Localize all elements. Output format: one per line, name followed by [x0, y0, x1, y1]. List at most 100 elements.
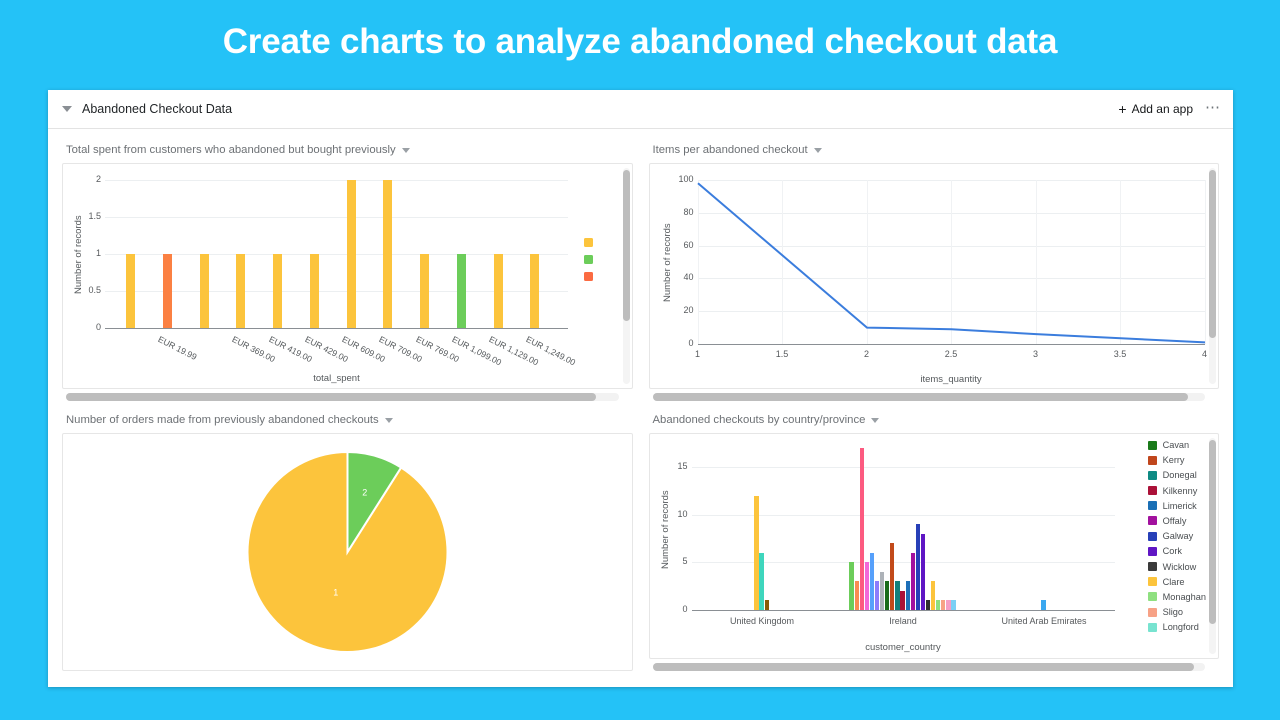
add-an-app-button[interactable]: + Add an app — [1118, 102, 1193, 116]
chart1-legend-swatch — [584, 238, 593, 247]
chart1-vertical-scrollbar[interactable] — [622, 168, 630, 384]
chart4-bar — [931, 581, 936, 610]
chart4-legend-swatch — [1147, 440, 1157, 450]
chart4-legend-swatch — [1147, 577, 1157, 587]
chart4-legend-label: Longford — [1162, 622, 1199, 633]
dashboard-window: Abandoned Checkout Data + Add an app ⋯ T… — [48, 90, 1233, 687]
caret-down-icon[interactable] — [813, 147, 822, 153]
chart4-bar — [910, 552, 915, 610]
chart4-legend-swatch — [1147, 592, 1157, 602]
chart4-legend-swatch — [1147, 607, 1157, 617]
chart4-bar — [880, 571, 885, 610]
chart1-legend-swatch — [584, 255, 593, 264]
chart4-legend-item: Kerry — [1147, 455, 1206, 466]
chart4-legend-label: Kilkenny — [1162, 485, 1198, 496]
chart1-y-tick: 0.5 — [88, 285, 101, 295]
chart4-legend-item: Cavan — [1147, 440, 1206, 450]
chart4-legend-label: Galway — [1162, 531, 1194, 542]
window-title: Abandoned Checkout Data — [82, 102, 233, 116]
chart2-line-path — [696, 182, 1205, 344]
chart4-legend: Cavan Kerry Donegal Kilkenny Limerick Offaly G… — [1147, 440, 1206, 633]
chart4-bar — [925, 600, 931, 610]
chart4-bar — [936, 600, 941, 610]
bar-chart-checkouts-by-country: 0 5 10 15 United Kingdom Ireland United Arab E… — [650, 434, 1219, 658]
chart1-bar — [420, 254, 430, 328]
chart4-legend-item: Sligo — [1147, 607, 1206, 617]
chart-card-orders-pie: 12 — [62, 433, 633, 671]
chart1-bar — [309, 254, 319, 328]
ellipsis-icon[interactable]: ⋯ — [1205, 100, 1221, 119]
panel-title-total-spent[interactable]: Total spent from customers who abandoned… — [66, 144, 631, 156]
chart4-legend-swatch — [1147, 486, 1157, 496]
caret-down-icon[interactable] — [62, 106, 72, 112]
panel-title-items-per-checkout[interactable]: Items per abandoned checkout — [653, 144, 1218, 156]
chart1-bar — [493, 254, 503, 328]
chart1-y-tick: 1.5 — [88, 211, 101, 221]
chart4-vertical-scrollbar[interactable] — [1209, 438, 1216, 654]
panel-title-orders-from-abandoned[interactable]: Number of orders made from previously ab… — [66, 414, 631, 426]
line-chart-items-per-checkout: 0 20 40 60 80 100 1 1.5 2 2.5 3 3.5 4 Number of recor… — [650, 164, 1219, 388]
chart4-bar — [900, 590, 905, 610]
chart1-y-tick: 1 — [95, 248, 101, 258]
chart4-legend-label: Cork — [1162, 546, 1182, 557]
chart2-x-axis-label: items_quantity — [920, 374, 982, 385]
chart4-legend-label: Monaghan — [1162, 591, 1206, 602]
chart2-horizontal-scrollbar[interactable] — [652, 393, 1205, 401]
chart4-gridline — [691, 467, 1115, 469]
chart4-legend-label: Clare — [1162, 576, 1185, 587]
chart4-legend-label: Kerry — [1162, 455, 1185, 466]
pie-slice-label: 2 — [362, 487, 367, 497]
chart4-legend-item: Monaghan — [1147, 591, 1206, 602]
window-header-actions: + Add an app ⋯ — [1118, 100, 1221, 119]
chart4-y-axis-label: Number of records — [659, 490, 671, 569]
chart1-bar — [383, 180, 393, 328]
chart4-horizontal-scrollbar[interactable] — [652, 663, 1205, 671]
dashboard-grid: Total spent from customers who abandoned… — [48, 129, 1233, 687]
chart4-y-tick: 15 — [677, 461, 688, 472]
caret-down-icon[interactable] — [401, 147, 410, 153]
chart4-x-tick: United Kingdom — [729, 616, 795, 626]
panel-items-per-checkout: Items per abandoned checkout 0 20 40 60 80 10… — [641, 135, 1228, 405]
chart4-y-tick: 0 — [682, 604, 688, 614]
chart4-bar — [1041, 600, 1046, 610]
panel-title-checkouts-by-country[interactable]: Abandoned checkouts by country/province — [653, 414, 1218, 426]
chart4-x-tick: United Arab Emirates — [1001, 616, 1087, 626]
caret-down-icon[interactable] — [384, 417, 393, 423]
banner-title: Create charts to analyze abandoned check… — [222, 22, 1058, 61]
chart1-y-tick: 2 — [95, 174, 101, 184]
chart4-bar — [754, 495, 759, 610]
chart4-legend-item: Galway — [1147, 531, 1206, 542]
chart4-y-tick: 5 — [682, 556, 688, 567]
chart4-legend-swatch — [1147, 562, 1157, 571]
chart4-legend-swatch — [1147, 546, 1157, 556]
page-banner: Create charts to analyze abandoned check… — [0, 0, 1280, 84]
chart4-bar — [951, 600, 956, 610]
chart4-legend-item: Wicklow — [1147, 562, 1206, 572]
chart1-x-tick: EUR 19.99 — [156, 334, 199, 362]
chart1-bar — [199, 254, 209, 328]
chart-card-checkouts-by-country: 0 5 10 15 United Kingdom Ireland United Arab E… — [648, 433, 1219, 659]
chart4-x-axis-label: customer_country — [865, 642, 941, 653]
chart4-legend-item: Offaly — [1147, 515, 1206, 526]
panel-checkouts-by-country: Abandoned checkouts by country/province … — [641, 405, 1228, 675]
chart4-bar — [895, 581, 900, 610]
chart4-bar — [849, 562, 854, 610]
chart4-legend-label: Offaly — [1162, 515, 1187, 526]
window-header: Abandoned Checkout Data + Add an app ⋯ — [48, 90, 1233, 129]
panel-orders-from-abandoned: Number of orders made from previously ab… — [54, 405, 641, 675]
chart4-bar — [946, 600, 951, 610]
pie-chart-orders-from-abandoned: 12 — [63, 434, 632, 670]
chart2-vertical-scrollbar[interactable] — [1209, 168, 1216, 384]
chart1-gridline — [105, 180, 568, 181]
caret-down-icon[interactable] — [871, 417, 880, 423]
chart1-horizontal-scrollbar[interactable] — [66, 393, 619, 401]
chart4-bar — [885, 581, 890, 610]
chart4-legend-swatch — [1147, 501, 1157, 511]
chart1-bar — [236, 254, 246, 328]
chart4-legend-swatch — [1147, 622, 1157, 632]
chart4-gridline — [691, 610, 1115, 612]
chart4-bar — [920, 533, 926, 610]
chart1-bar — [456, 254, 466, 328]
chart1-bar — [126, 254, 136, 328]
chart1-bar — [273, 254, 283, 328]
